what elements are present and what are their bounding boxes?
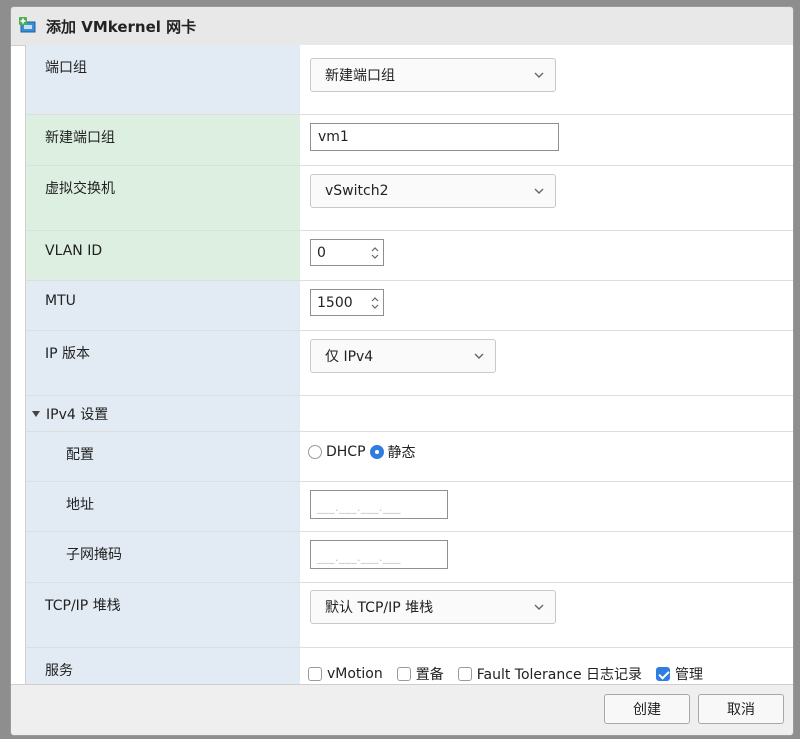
new-port-group-value: vm1 [318,129,349,145]
services-label: 服务 [26,648,300,687]
tcpip-stack-value: 默认 TCP/IP 堆栈 [325,600,434,616]
subnet-mask-input[interactable]: ___.___.___.___ [310,540,448,569]
row-mtu: MTU 1500 [26,281,793,331]
dhcp-radio[interactable] [308,445,322,459]
ip-version-select[interactable]: 仅 IPv4 [310,339,496,373]
collapse-triangle-icon[interactable] [32,410,40,417]
address-label: 地址 [26,482,300,531]
management-label: 管理 [675,667,704,683]
form-content: 端口组 新建端口组 新建端口组 vm1 虚拟交换机 vSwitch2 VLAN … [25,45,793,687]
fault-tolerance-checkbox[interactable] [457,667,472,681]
subnet-mask-placeholder: ___.___.___.___ [317,551,401,564]
vlan-id-stepper[interactable]: 0 [310,239,384,266]
vmotion-label: vMotion [327,666,383,682]
cancel-button[interactable]: 取消 [698,694,784,724]
virtual-switch-label: 虚拟交换机 [26,166,300,230]
provisioning-label: 置备 [415,667,444,683]
dialog-titlebar: 添加 VMkernel 网卡 [11,7,793,46]
row-config: 配置 DHCP 静态 [26,432,793,482]
port-group-label: 端口组 [26,45,300,114]
chevron-down-icon [534,72,544,78]
dialog-title: 添加 VMkernel 网卡 [46,17,197,36]
mtu-stepper[interactable]: 1500 [310,289,384,316]
ipv4-settings-label: IPv4 设置 [46,406,109,423]
dialog-footer: 创建 取消 [11,684,793,735]
service-management[interactable]: 管理 [656,664,703,684]
static-radio[interactable] [369,445,384,459]
service-provisioning[interactable]: 置备 [396,664,444,684]
row-services: 服务 vMotion 置备 Fault Tolerance 日志记录 管理 [26,648,793,687]
add-network-icon [18,15,40,37]
address-placeholder: ___.___.___.___ [317,501,401,514]
subnet-mask-label: 子网掩码 [26,532,300,582]
virtual-switch-value: vSwitch2 [325,183,389,199]
create-button[interactable]: 创建 [604,694,690,724]
services-checkbox-group: vMotion 置备 Fault Tolerance 日志记录 管理 [308,664,717,684]
port-group-select[interactable]: 新建端口组 [310,58,556,92]
row-address: 地址 ___.___.___.___ [26,482,793,532]
port-group-value: 新建端口组 [325,68,395,84]
ipv4-settings-section[interactable]: IPv4 设置 [26,396,793,432]
service-vmotion[interactable]: vMotion [308,666,383,682]
chevron-down-icon [534,188,544,194]
chevron-down-icon [474,353,484,359]
row-vlan-id: VLAN ID 0 [26,231,793,281]
ip-version-value: 仅 IPv4 [325,349,374,365]
service-fault-tolerance[interactable]: Fault Tolerance 日志记录 [457,664,643,684]
dhcp-label[interactable]: DHCP [326,444,366,460]
row-port-group: 端口组 新建端口组 [26,45,793,115]
virtual-switch-select[interactable]: vSwitch2 [310,174,556,208]
tcpip-stack-label: TCP/IP 堆栈 [26,583,300,647]
mtu-value: 1500 [317,294,353,311]
config-label: 配置 [26,432,300,481]
row-new-port-group: 新建端口组 vm1 [26,115,793,166]
address-input[interactable]: ___.___.___.___ [310,490,448,519]
fault-tolerance-label: Fault Tolerance 日志记录 [476,667,643,683]
add-vmkernel-dialog: 添加 VMkernel 网卡 端口组 新建端口组 新建端口组 vm1 虚拟交换机 [10,6,794,736]
config-radio-group: DHCP 静态 [308,442,416,462]
spinner-arrows-icon[interactable] [370,295,380,311]
ip-version-label: IP 版本 [26,331,300,395]
spinner-arrows-icon[interactable] [370,245,380,261]
tcpip-stack-select[interactable]: 默认 TCP/IP 堆栈 [310,590,556,624]
row-ip-version: IP 版本 仅 IPv4 [26,331,793,396]
new-port-group-input[interactable]: vm1 [310,123,559,151]
row-subnet-mask: 子网掩码 ___.___.___.___ [26,532,793,583]
management-checkbox[interactable] [656,667,671,681]
provisioning-checkbox[interactable] [396,667,411,681]
static-label[interactable]: 静态 [388,442,416,462]
mtu-label: MTU [26,281,300,330]
vlan-id-value: 0 [317,244,326,261]
row-virtual-switch: 虚拟交换机 vSwitch2 [26,166,793,231]
vmotion-checkbox[interactable] [308,667,322,681]
row-tcpip-stack: TCP/IP 堆栈 默认 TCP/IP 堆栈 [26,583,793,648]
new-port-group-label: 新建端口组 [26,115,300,165]
chevron-down-icon [534,604,544,610]
vlan-id-label: VLAN ID [26,231,300,280]
